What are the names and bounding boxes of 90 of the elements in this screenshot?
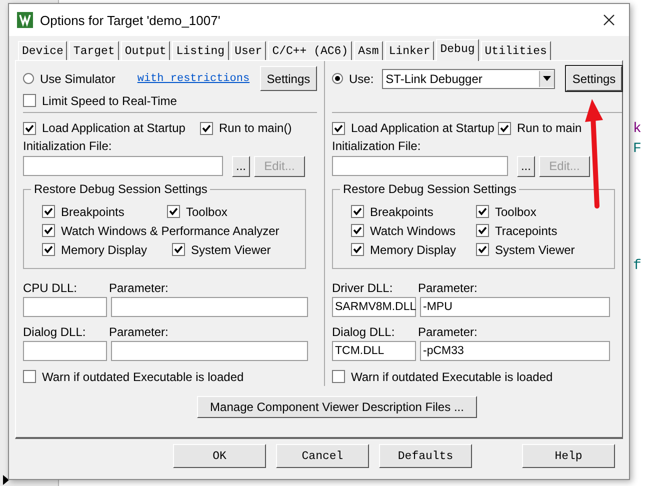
field-label: Parameter: xyxy=(418,281,478,295)
tab[interactable]: Debug xyxy=(436,39,479,61)
parameter-field[interactable] xyxy=(111,297,308,317)
settings-button[interactable]: Settings xyxy=(260,66,317,91)
checkbox[interactable] xyxy=(476,205,489,218)
dropdown-value: ST-Link Debugger xyxy=(384,72,484,86)
checkbox-label: Breakpoints xyxy=(61,204,124,218)
dialog-button[interactable]: OK xyxy=(173,444,266,468)
radio-button[interactable] xyxy=(23,73,34,84)
field-label: Parameter: xyxy=(109,325,168,339)
tab[interactable]: Output xyxy=(120,41,170,60)
checkbox-label: Memory Display xyxy=(61,242,148,256)
field-label: Initialization File: xyxy=(23,138,113,155)
checkbox-label: Toolbox xyxy=(494,204,536,218)
tab[interactable]: User xyxy=(230,41,266,60)
tab[interactable]: Asm xyxy=(354,41,383,60)
field-label: Parameter: xyxy=(109,281,168,295)
tab[interactable]: Target xyxy=(69,41,119,60)
checkbox[interactable] xyxy=(332,122,345,134)
checkbox[interactable] xyxy=(332,370,345,383)
browse-button[interactable]: ... xyxy=(232,156,250,176)
checkbox[interactable] xyxy=(42,205,55,218)
dll-field[interactable]: SARMV8M.DLL xyxy=(332,297,416,317)
radio-label: Use Simulator xyxy=(40,72,116,86)
checkbox[interactable] xyxy=(350,224,364,237)
debugger-dropdown[interactable]: ST-Link Debugger xyxy=(382,68,555,88)
tab[interactable]: Device xyxy=(18,41,68,60)
checkbox-label: Memory Display xyxy=(370,242,456,256)
window-title: Options for Target 'demo_1007' xyxy=(40,12,220,28)
parameter-field[interactable]: -MPU xyxy=(420,297,610,317)
checkbox-label: Warn if outdated Executable is loaded xyxy=(42,370,244,384)
checkbox-label: Run to main() xyxy=(219,121,292,135)
checkbox[interactable] xyxy=(498,122,511,134)
checkbox-label: System Viewer xyxy=(494,242,575,256)
checkbox[interactable] xyxy=(23,94,36,107)
radio-button[interactable] xyxy=(332,73,343,84)
checkbox[interactable] xyxy=(42,224,55,237)
checkbox[interactable] xyxy=(200,122,213,134)
tab[interactable]: C/C++ (AC6) xyxy=(268,41,352,60)
checkbox[interactable] xyxy=(350,243,364,256)
checkbox[interactable] xyxy=(350,205,364,218)
dll-field[interactable] xyxy=(23,341,107,361)
dialog-button[interactable]: Cancel xyxy=(276,444,369,468)
checkbox-label: Watch Windows xyxy=(370,224,456,238)
checkbox-label: Watch Windows & Performance Analyzer xyxy=(61,224,280,238)
checkbox-label: Load Application at Startup xyxy=(350,121,494,135)
checkbox[interactable] xyxy=(167,205,180,218)
settings-button[interactable]: Settings xyxy=(566,66,622,91)
radio-label: Use: xyxy=(348,72,374,86)
field-label: Initialization File: xyxy=(332,138,422,155)
field-label: Dialog DLL: xyxy=(23,325,87,339)
checkbox-label: Run to main xyxy=(516,121,582,135)
checkbox[interactable] xyxy=(42,243,55,256)
checkbox-label: Limit Speed to Real-Time xyxy=(42,94,177,108)
dll-field[interactable]: TCM.DLL xyxy=(332,341,416,361)
checkbox-label: Toolbox xyxy=(186,204,228,218)
checkbox-label: Warn if outdated Executable is loaded xyxy=(350,370,553,384)
code-fragment: F xyxy=(633,141,642,157)
close-icon xyxy=(603,14,615,26)
app-icon xyxy=(17,12,33,28)
parameter-field[interactable]: -pCM33 xyxy=(420,341,610,361)
field-label: Driver DLL: xyxy=(332,281,394,295)
checkbox[interactable] xyxy=(476,224,489,237)
manage-button[interactable]: Manage Component Viewer Description Files ... xyxy=(197,396,477,418)
tab[interactable]: Listing xyxy=(172,41,229,60)
checkbox-label: Breakpoints xyxy=(370,204,434,218)
dialog-button[interactable]: Help xyxy=(522,444,615,468)
parameter-field[interactable] xyxy=(111,341,308,361)
checkbox-label: Tracepoints xyxy=(494,224,558,238)
checkbox[interactable] xyxy=(23,122,36,134)
dialog-button[interactable]: Defaults xyxy=(379,444,472,468)
group-title: Restore Debug Session Settings xyxy=(340,182,520,196)
checkbox[interactable] xyxy=(172,243,185,256)
tab[interactable]: Utilities xyxy=(480,41,551,60)
file-field[interactable] xyxy=(332,156,508,176)
group-title: Restore Debug Session Settings xyxy=(31,182,210,196)
file-field[interactable] xyxy=(23,156,223,176)
field-label: Parameter: xyxy=(418,325,478,339)
checkbox[interactable] xyxy=(23,370,36,383)
checkbox-label: Load Application at Startup xyxy=(42,121,186,135)
checkbox[interactable] xyxy=(476,243,489,256)
dll-field[interactable] xyxy=(23,297,107,317)
browse-button[interactable]: ... xyxy=(516,156,535,176)
field-label: CPU DLL: xyxy=(23,281,78,295)
tab[interactable]: Linker xyxy=(384,41,434,60)
field-label: Dialog DLL: xyxy=(332,325,396,339)
code-fragment: f xyxy=(633,258,642,274)
checkbox-label: System Viewer xyxy=(191,242,271,256)
restrictions-link[interactable]: with restrictions xyxy=(137,72,250,84)
code-fragment: k xyxy=(633,121,642,137)
